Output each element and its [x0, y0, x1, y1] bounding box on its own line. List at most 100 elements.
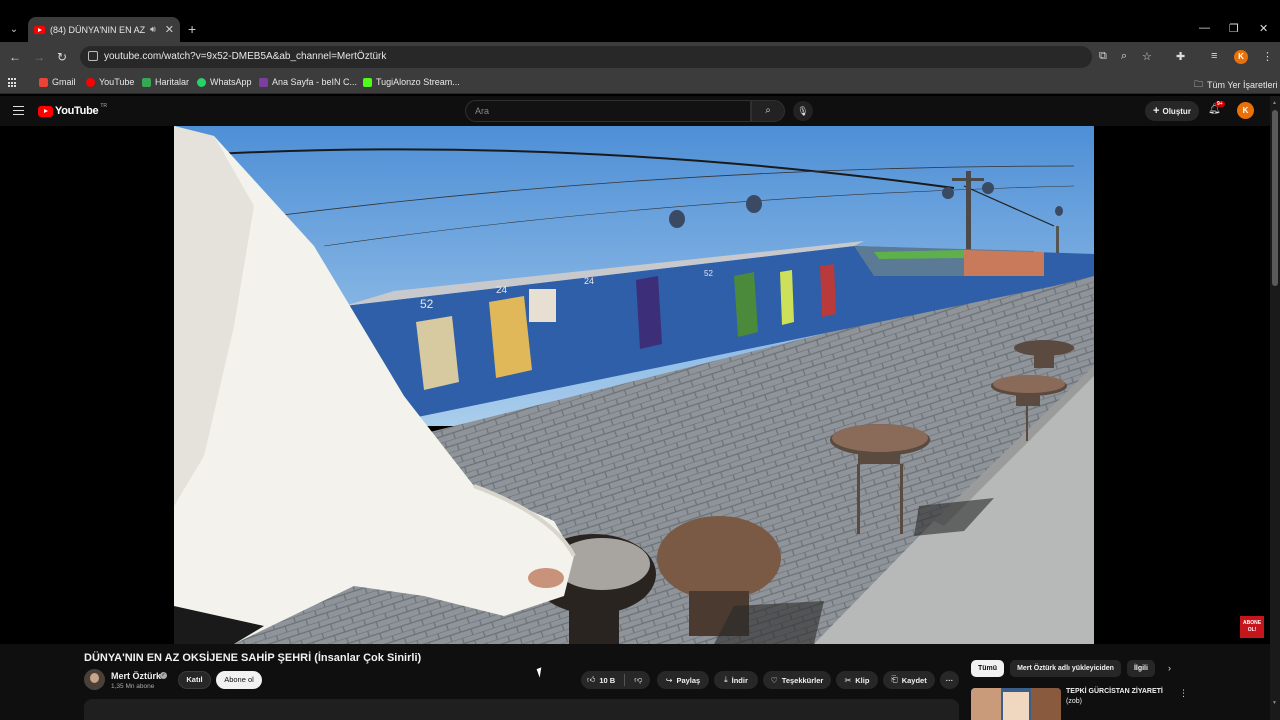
chip-from-uploader[interactable]: Mert Öztürk adlı yükleyiciden [1010, 660, 1121, 677]
channel-name[interactable]: Mert Öztürk [111, 671, 161, 681]
bookmark-star-icon[interactable]: ☆ [1142, 50, 1152, 63]
scroll-thumb[interactable] [1272, 110, 1278, 286]
install-app-icon[interactable]: ⧉ [1099, 50, 1107, 63]
join-button[interactable]: Katıl [178, 671, 211, 689]
wall-number: 24 [584, 276, 594, 286]
bookmark-bein[interactable]: Ana Sayfa - beIN C... [259, 77, 357, 87]
wall-number: 24 [496, 285, 508, 296]
search-icon: ⌕ [765, 105, 771, 116]
like-icon[interactable]: 👍︎ [587, 675, 595, 685]
video-scene: 52 24 24 52 [174, 126, 1094, 644]
video-info-section: DÜNYA'NIN EN AZ OKSİJENE SAHİP ŞEHRİ (İn… [0, 644, 1270, 720]
reload-button[interactable]: ↻ [57, 50, 67, 64]
recommended-more-icon[interactable]: ⋮ [1179, 688, 1188, 699]
bein-icon [259, 77, 268, 87]
bookmark-kick[interactable]: TugiAlonzo Stream... [363, 77, 460, 87]
youtube-play-icon [38, 105, 53, 117]
search-input[interactable] [466, 101, 750, 121]
all-bookmarks[interactable]: 🗀︎ Tüm Yer İşaretleri [1194, 77, 1278, 93]
chip-related[interactable]: İlgili [1126, 660, 1155, 677]
download-button[interactable]: ⤓ İndir [714, 671, 758, 689]
browser-tabbar: ⌄ (84) DÜNYA'NIN EN AZ OKS 🔊︎ ✕ + — ❐ ✕ [0, 0, 1280, 42]
recommendation-chips: Tümü Mert Öztürk adlı yükleyiciden İlgil… [971, 660, 1155, 677]
address-bar[interactable]: youtube.com/watch?v=9x52-DMEB5A&ab_chann… [80, 46, 1092, 68]
thanks-icon: ♡ [770, 675, 778, 685]
thumbnail-panel [1031, 688, 1061, 720]
search-button[interactable]: ⌕ [751, 100, 785, 122]
like-count[interactable]: 10 B [599, 676, 615, 685]
voice-search-button[interactable]: 🎙︎ [793, 101, 813, 121]
clip-icon: ✂ [844, 675, 852, 685]
extensions-icon[interactable]: ✚ [1176, 50, 1185, 63]
thanks-button[interactable]: ♡ Teşekkürler [763, 671, 831, 689]
zoom-icon[interactable]: ⌕ [1121, 50, 1127, 63]
gmail-icon [39, 77, 48, 87]
restore-button[interactable]: ❐ [1229, 22, 1239, 35]
bookmark-maps[interactable]: Haritalar [142, 77, 189, 87]
youtube-logo[interactable]: YouTube TR [38, 103, 107, 117]
bookmark-icon: ⎗ [891, 675, 898, 684]
thumbnail-panel [971, 688, 1001, 720]
browser-toolbar: ← → ↻ youtube.com/watch?v=9x52-DMEB5A&ab… [0, 42, 1280, 72]
new-tab-button[interactable]: + [188, 21, 196, 37]
verified-check-icon: ✓ [160, 672, 167, 679]
download-icon: ⤓ [724, 675, 728, 684]
apps-grid-icon[interactable] [8, 78, 18, 88]
site-info-icon[interactable] [88, 51, 98, 61]
abone-ol-badge[interactable]: ABONE OL! [1240, 616, 1264, 638]
microphone-icon: 🎙︎ [797, 106, 809, 116]
more-actions-button[interactable]: ··· [940, 671, 959, 689]
thumbnail-panel [1003, 692, 1029, 720]
page-scrollbar[interactable]: ▲ ▼ [1270, 96, 1280, 720]
plus-icon: + [1153, 105, 1160, 117]
like-dislike-group: 👍︎ 10 B 👎︎ [581, 671, 650, 689]
forward-button[interactable]: → [33, 50, 45, 64]
tab-search-chevron-icon[interactable]: ⌄ [6, 22, 22, 38]
channel-avatar[interactable] [84, 669, 105, 690]
whatsapp-icon [197, 77, 206, 87]
close-window-button[interactable]: ✕ [1259, 22, 1268, 35]
youtube-avatar[interactable]: K [1237, 102, 1254, 119]
menu-icon[interactable] [13, 106, 24, 115]
description-box[interactable] [84, 699, 959, 720]
youtube-favicon-icon [34, 25, 45, 34]
tab-close-icon[interactable]: ✕ [165, 23, 174, 36]
recommended-title[interactable]: TEPKİ GÜRCİSTAN ZİYARETİ [1066, 688, 1163, 695]
kick-icon [363, 77, 372, 87]
bookmark-youtube[interactable]: YouTube [86, 77, 134, 87]
video-player[interactable]: 52 24 24 52 ABONE OL! [0, 126, 1270, 644]
browser-menu-icon[interactable]: ⋮ [1262, 50, 1273, 63]
url-text: youtube.com/watch?v=9x52-DMEB5A&ab_chann… [104, 51, 387, 62]
folder-icon: 🗀︎ [1194, 79, 1204, 89]
tab-title: (84) DÜNYA'NIN EN AZ OKS [50, 24, 146, 35]
youtube-icon [86, 77, 95, 87]
bookmark-whatsapp[interactable]: WhatsApp [197, 77, 252, 87]
wall-number: 52 [420, 297, 434, 311]
maps-icon [142, 77, 151, 87]
save-button[interactable]: ⎗ Kaydet [883, 671, 935, 689]
clip-button[interactable]: ✂ Klip [836, 671, 878, 689]
subscribe-button[interactable]: Abone ol [216, 671, 262, 689]
share-button[interactable]: ↪ Paylaş [657, 671, 709, 689]
recommended-subtitle[interactable]: (zob) [1066, 698, 1082, 705]
share-icon: ↪ [665, 675, 673, 685]
chip-all[interactable]: Tümü [971, 660, 1005, 677]
minimize-button[interactable]: — [1199, 22, 1210, 34]
video-title: DÜNYA'NIN EN AZ OKSİJENE SAHİP ŞEHRİ (İn… [84, 652, 422, 664]
bookmark-gmail[interactable]: Gmail [39, 77, 76, 87]
audio-playing-icon[interactable]: 🔊︎ [150, 24, 156, 35]
scroll-up-icon[interactable]: ▲ [1272, 100, 1277, 106]
bookmarks-bar: Gmail YouTube Haritalar WhatsApp Ana Say… [0, 72, 1280, 94]
chevron-right-icon[interactable]: › [1168, 663, 1171, 673]
notification-badge: 9+ [1215, 101, 1225, 107]
browser-tab[interactable]: (84) DÜNYA'NIN EN AZ OKS 🔊︎ ✕ [28, 17, 180, 42]
back-button[interactable]: ← [9, 50, 21, 64]
create-button[interactable]: + Oluştur [1145, 101, 1199, 121]
recommended-thumbnail[interactable] [971, 688, 1061, 720]
video-frame[interactable]: 52 24 24 52 [174, 126, 1094, 644]
browser-profile-avatar[interactable]: K [1234, 50, 1248, 64]
media-control-icon[interactable]: ≡ [1211, 50, 1217, 62]
subscriber-count: 1,35 Mn abone [111, 683, 155, 690]
scroll-down-icon[interactable]: ▼ [1272, 700, 1277, 706]
dislike-icon[interactable]: 👎︎ [634, 675, 642, 685]
